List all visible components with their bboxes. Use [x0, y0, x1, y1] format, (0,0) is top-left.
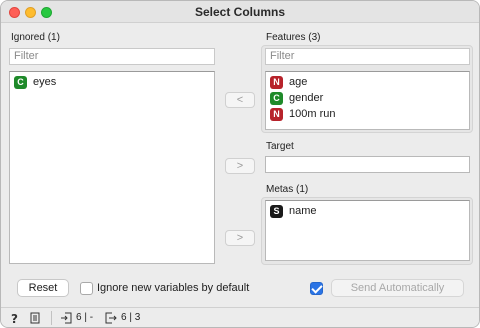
- move-to-ignored-button[interactable]: <: [225, 92, 255, 108]
- output-icon: [105, 312, 117, 323]
- ignored-filter-placeholder: Filter: [14, 50, 39, 62]
- move-to-target-button[interactable]: >: [225, 158, 255, 174]
- ignored-item-name: eyes: [33, 76, 57, 88]
- features-list-item[interactable]: N 100m run: [270, 106, 465, 122]
- document-icon[interactable]: [29, 312, 41, 324]
- metas-list-item[interactable]: S name: [270, 203, 465, 219]
- feature-item-name: 100m run: [289, 108, 336, 120]
- categorical-icon: C: [14, 75, 27, 89]
- ignored-label: Ignored (1): [11, 32, 60, 43]
- string-icon: S: [270, 204, 283, 218]
- feature-item-name: age: [289, 76, 308, 88]
- features-list-item[interactable]: C gender: [270, 90, 465, 106]
- output-summary[interactable]: 6 | 3: [105, 312, 140, 324]
- send-automatically-button[interactable]: Send Automatically: [331, 279, 464, 297]
- auto-send-checkbox[interactable]: [310, 282, 323, 295]
- ignored-list[interactable]: C eyes: [9, 71, 215, 264]
- reset-button[interactable]: Reset: [17, 279, 69, 297]
- metas-label: Metas (1): [266, 184, 309, 195]
- move-to-metas-button[interactable]: >: [225, 230, 255, 246]
- window-title: Select Columns: [194, 5, 286, 19]
- title-bar: Select Columns: [1, 1, 479, 23]
- meta-item-name: name: [289, 205, 317, 217]
- numeric-icon: N: [270, 75, 283, 89]
- numeric-icon: N: [270, 107, 283, 121]
- status-separator: [51, 310, 52, 325]
- status-bar: ? 6 | - 6 | 3: [1, 307, 479, 327]
- features-list[interactable]: N age C gender N 100m run: [265, 71, 470, 130]
- feature-item-name: gender: [289, 92, 324, 104]
- features-filter-placeholder: Filter: [270, 50, 295, 62]
- features-label: Features (3): [266, 32, 321, 43]
- question-icon[interactable]: ?: [9, 312, 21, 324]
- svg-text:?: ?: [11, 312, 18, 324]
- input-summary-text: 6 | -: [76, 312, 94, 323]
- input-summary[interactable]: 6 | -: [60, 312, 93, 324]
- features-filter-input[interactable]: Filter: [265, 48, 470, 65]
- output-summary-text: 6 | 3: [121, 312, 141, 323]
- ignore-new-label: Ignore new variables by default: [97, 282, 250, 294]
- input-icon: [61, 312, 72, 323]
- target-label: Target: [266, 141, 294, 152]
- ignored-filter-input[interactable]: Filter: [9, 48, 215, 65]
- metas-list[interactable]: S name: [265, 200, 470, 261]
- ignored-list-item[interactable]: C eyes: [14, 74, 210, 90]
- categorical-icon: C: [270, 91, 283, 105]
- select-columns-window: Select Columns Ignored (1) Filter C eyes…: [0, 0, 480, 328]
- target-list[interactable]: [265, 156, 470, 173]
- ignore-new-checkbox[interactable]: [80, 282, 93, 295]
- features-list-item[interactable]: N age: [270, 74, 465, 90]
